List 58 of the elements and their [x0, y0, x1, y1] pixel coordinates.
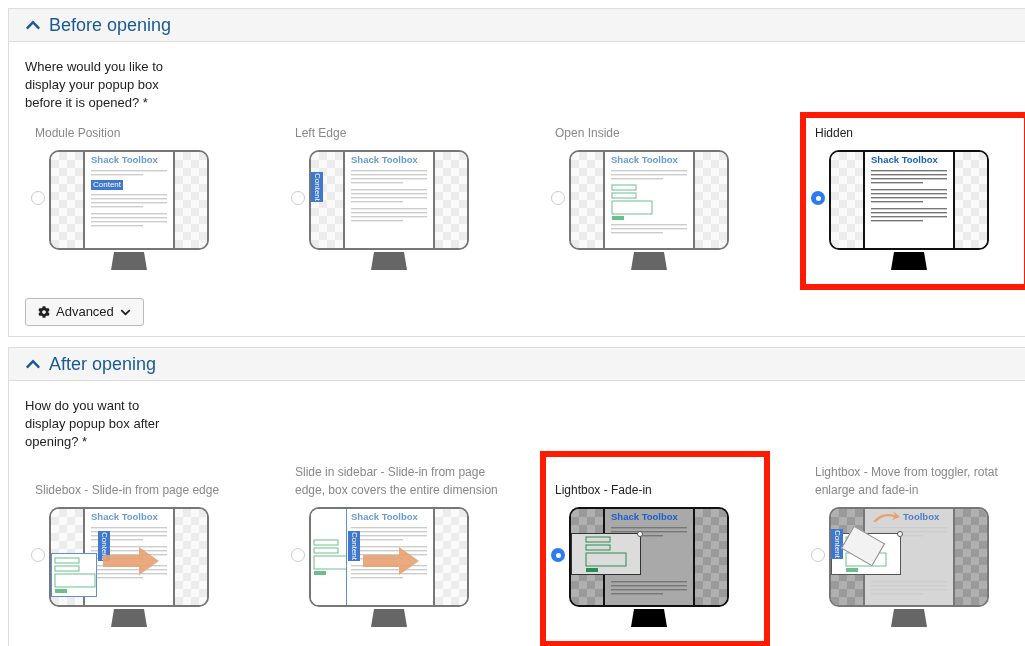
screen-title: Shack Toolbox [611, 511, 678, 523]
radio-button[interactable] [31, 548, 45, 562]
form-drawing [611, 184, 653, 220]
question-text: How do you want to display popup box after opening? * [25, 397, 161, 451]
radio-button[interactable] [291, 191, 305, 205]
form-drawing [585, 536, 627, 572]
option-card[interactable]: Module Position Shack Toolbox Content [20, 112, 250, 290]
option-label: Lightbox - Move from toggler, rotat [815, 464, 998, 481]
option-label: Module Position [35, 125, 122, 142]
content-tab: Content [348, 531, 360, 562]
radio-button[interactable] [31, 191, 45, 205]
advanced-button[interactable]: Advanced [25, 298, 144, 326]
option-label: Slidebox - Slide-in from page edge [35, 482, 220, 499]
option-card[interactable]: Slidebox - Slide-in from page edge Shack Toolbox Content [20, 451, 250, 646]
monitor-stand [631, 252, 667, 270]
radio-button[interactable] [551, 548, 565, 562]
content-tab: Content [98, 531, 110, 562]
option-label: enlarge and fade-in [815, 482, 920, 499]
screen-title: Shack Toolbox [351, 154, 418, 166]
option-label: Left Edge [295, 125, 348, 142]
option-label: Open Inside [555, 125, 621, 142]
option-card[interactable]: Lightbox - Move from toggler, rotat enlarge and fade-in Toolbox Content [800, 451, 1025, 646]
radio-button[interactable] [291, 548, 305, 562]
option-label: Hidden [815, 125, 855, 142]
curved-arrow-icon [871, 511, 901, 523]
section-title[interactable]: Before opening [49, 11, 172, 39]
option-label: edge, box covers the entire dimension [295, 482, 498, 499]
option-card[interactable]: Lightbox - Fade-in Shack Toolbox [540, 451, 770, 646]
content-badge: Content [91, 180, 124, 190]
option-label: Lightbox - Fade-in [555, 482, 653, 499]
arrow-icon [363, 547, 419, 575]
monitor-stand [891, 609, 927, 627]
screen-title: Shack Toolbox [91, 511, 158, 523]
monitor-stand [371, 252, 407, 270]
option-card[interactable]: Hidden Shack Toolbox [800, 112, 1025, 290]
content-tab: Content [311, 172, 323, 203]
monitor-stand [371, 609, 407, 627]
radio-button[interactable] [551, 191, 565, 205]
screen-title: Shack Toolbox [351, 511, 418, 523]
monitor-stand [631, 609, 667, 627]
radio-button[interactable] [811, 191, 825, 205]
radio-button[interactable] [811, 548, 825, 562]
question-text: Where would you like to display your popup box before it is opened? * [25, 58, 164, 112]
gear-icon [38, 306, 50, 318]
monitor-stand [111, 252, 147, 270]
option-card[interactable]: Left Edge Shack Toolbox Content [280, 112, 510, 290]
screen-title: Toolbox [903, 511, 940, 523]
section-title[interactable]: After opening [49, 350, 157, 378]
option-label: Slide in sidebar - Slide-in from page [295, 464, 487, 481]
monitor-stand [111, 609, 147, 627]
screen-title: Shack Toolbox [871, 154, 938, 166]
option-card[interactable]: Slide in sidebar - Slide-in from page edge, box covers the entire dimension Shack Toolbox Content [280, 451, 510, 646]
screen-title: Shack Toolbox [611, 154, 678, 166]
option-card[interactable]: Open Inside Shack Toolbox [540, 112, 770, 290]
form-drawing [313, 539, 346, 575]
content-tab: Content [831, 529, 843, 560]
screen-title: Shack Toolbox [91, 154, 158, 166]
monitor-stand [891, 252, 927, 270]
